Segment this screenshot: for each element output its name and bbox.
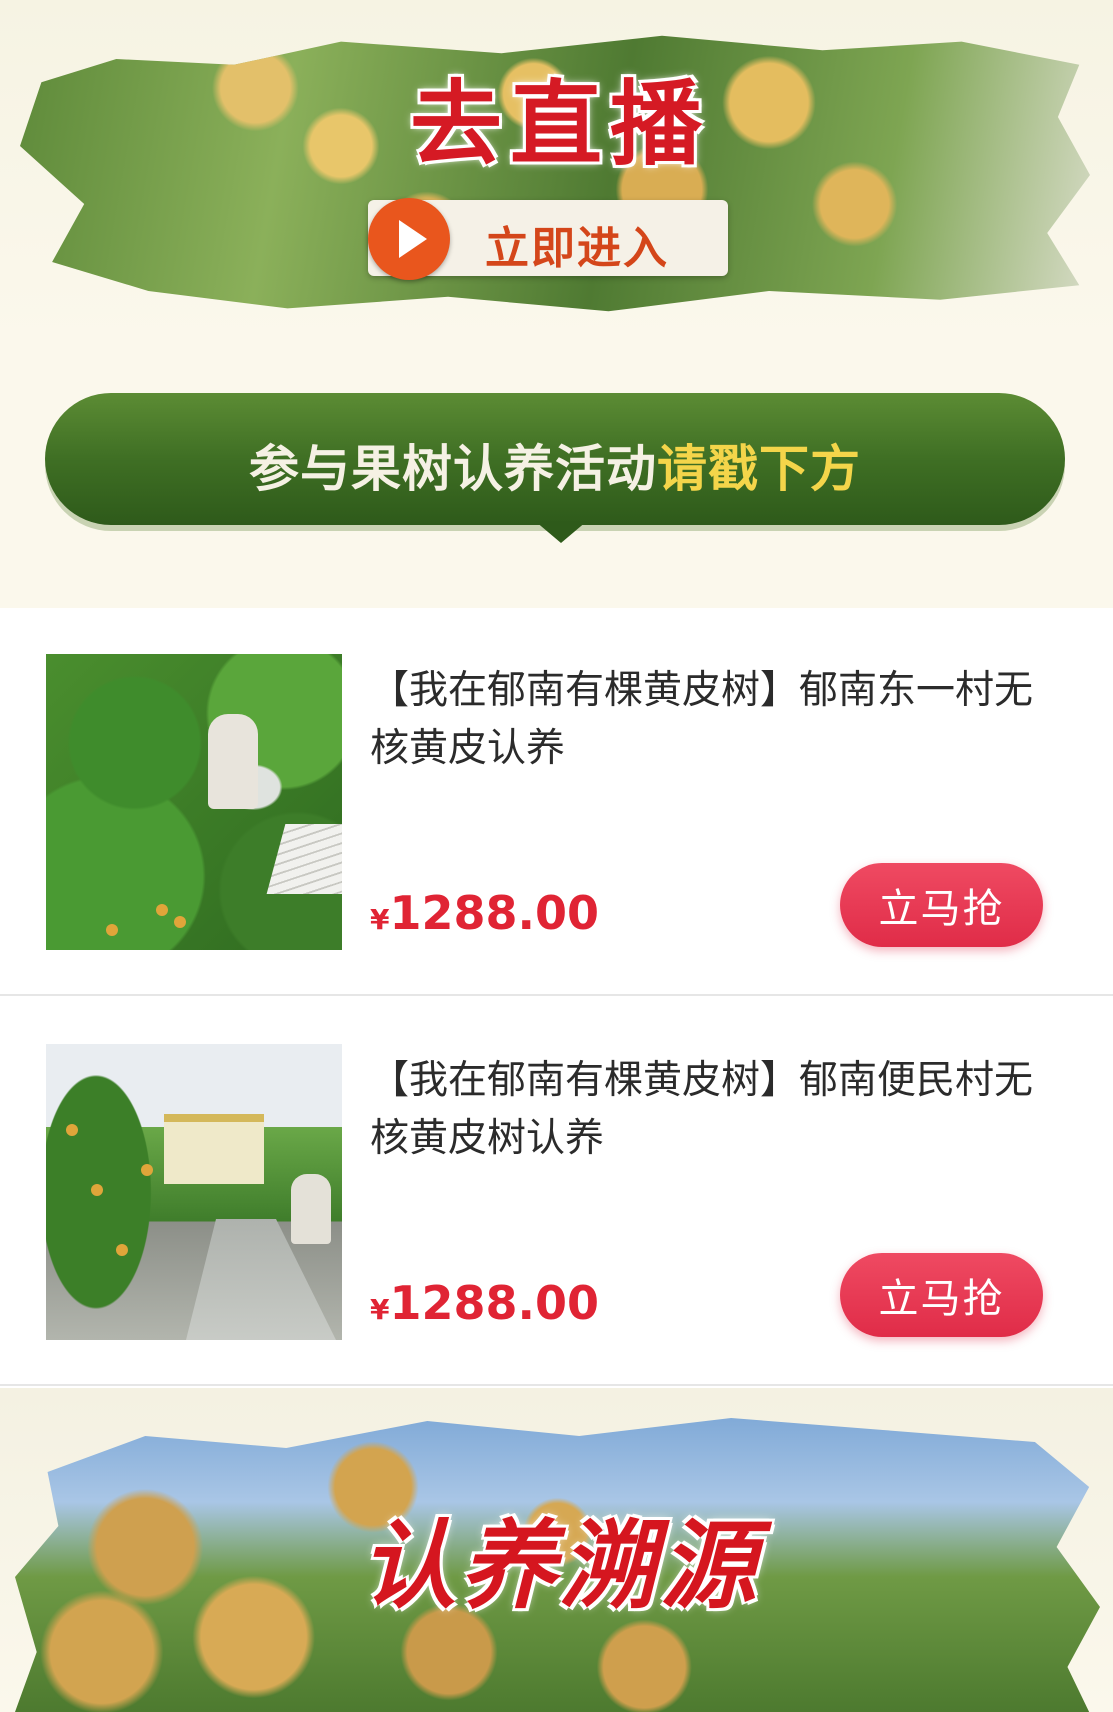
product-image[interactable] xyxy=(46,1044,342,1340)
product-price: ¥1288.00 xyxy=(370,1276,599,1330)
building xyxy=(164,1114,264,1184)
garden-path xyxy=(266,824,342,894)
currency-symbol: ¥ xyxy=(370,903,390,936)
ribbon-arrow xyxy=(535,521,587,543)
price-amount: 1288.00 xyxy=(389,1276,599,1330)
live-banner[interactable]: 去直播 立即进入 xyxy=(0,0,1113,345)
fruit-dot xyxy=(156,904,168,916)
fruit-dot xyxy=(106,924,118,936)
live-title: 去直播 xyxy=(409,70,710,178)
product-card[interactable]: 【我在郁南有棵黄皮树】郁南便民村无核黄皮树认养 ¥1288.00 立马抢 xyxy=(0,998,1113,1386)
ribbon-text-main: 参与果树认养活动 xyxy=(249,440,657,498)
product-title[interactable]: 【我在郁南有棵黄皮树】郁南东一村无核黄皮认养 xyxy=(370,662,1060,778)
buy-now-button[interactable]: 立马抢 xyxy=(840,863,1043,947)
tree xyxy=(46,1044,166,1340)
price-amount: 1288.00 xyxy=(389,886,599,940)
traceability-title: 认养溯源 xyxy=(360,1509,760,1622)
product-image[interactable] xyxy=(46,654,342,950)
activity-ribbon: 参与果树认养活动请戳下方 xyxy=(45,393,1065,543)
currency-symbol: ¥ xyxy=(370,1293,390,1326)
monument-stone xyxy=(291,1174,331,1244)
product-price: ¥1288.00 xyxy=(370,886,599,940)
traceability-banner[interactable]: 认养溯源 xyxy=(0,1388,1113,1712)
product-title[interactable]: 【我在郁南有棵黄皮树】郁南便民村无核黄皮树认养 xyxy=(370,1052,1060,1168)
monument-stone xyxy=(208,714,258,809)
fruit-dot xyxy=(174,916,186,928)
ribbon-text: 参与果树认养活动请戳下方 xyxy=(45,429,1065,501)
fruit-dot xyxy=(91,1184,103,1196)
buy-now-button[interactable]: 立马抢 xyxy=(840,1253,1043,1337)
product-list: 【我在郁南有棵黄皮树】郁南东一村无核黄皮认养 ¥1288.00 立马抢 【我在郁… xyxy=(0,608,1113,1388)
ribbon-text-highlight: 请戳下方 xyxy=(657,440,861,498)
fruit-dot xyxy=(66,1124,78,1136)
product-card[interactable]: 【我在郁南有棵黄皮树】郁南东一村无核黄皮认养 ¥1288.00 立马抢 xyxy=(0,608,1113,996)
fruit-dot xyxy=(116,1244,128,1256)
fruit-dot xyxy=(141,1164,153,1176)
enter-live-label[interactable]: 立即进入 xyxy=(485,212,715,276)
play-icon[interactable] xyxy=(368,198,450,280)
